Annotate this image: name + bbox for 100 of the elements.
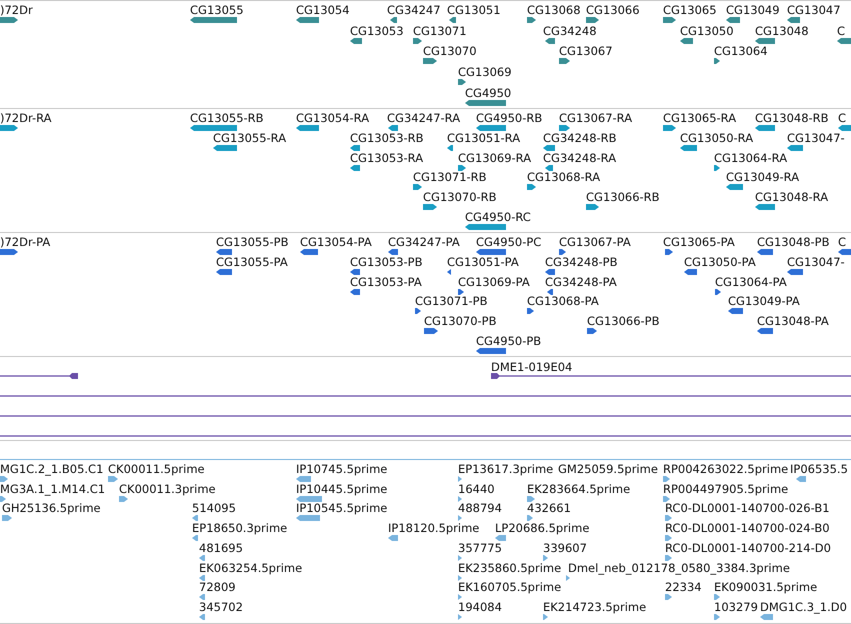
feature-label: CG13053 [350, 24, 404, 38]
feature-label: EK235860.5prime [458, 560, 562, 574]
feature-label: CG13055-PA [216, 254, 288, 269]
feature-label: CG34247 [387, 3, 441, 17]
feature-label: CG13047- [787, 130, 845, 145]
feature-label: CG34248-RB [543, 130, 617, 145]
feature-label: CG13054-PA [300, 235, 372, 249]
feature-label: CG13064-RA [714, 150, 788, 165]
feature-label: CG13047- [787, 254, 845, 269]
feature-label: CG34248-PB [545, 254, 618, 269]
feature-label: CG13048 [755, 24, 809, 38]
feature-label: CG13049-RA [726, 170, 800, 184]
feature-label: 103279 [714, 600, 758, 614]
feature-label: CG13048-RA [755, 190, 828, 204]
feature-label: CG34247-RA [387, 111, 460, 125]
feature-label: CG34248-RA [543, 150, 616, 165]
feature-label: CG13064-PA [715, 274, 787, 289]
feature-label: CK00011.5prime [108, 462, 205, 476]
feature-label: CG4950-PB [476, 334, 542, 348]
feature-label: EP18650.3prime [192, 521, 288, 536]
feature-label: RC0-DL0001-140700-024-B0 [665, 521, 830, 536]
feature-label: C [837, 24, 846, 38]
feature-label: CG4950-PC [476, 235, 542, 249]
feature-label: CG13055-RA [213, 130, 286, 145]
feature-label: CG13047 [787, 3, 841, 17]
feature-label: EK160705.5prime [458, 580, 562, 594]
feature-label: CG13051-PA [447, 254, 519, 269]
feature-label: CG13053-RB [350, 130, 424, 145]
feature-label: CG13048-PB [757, 235, 830, 249]
feature-label: CG13067 [559, 44, 613, 58]
feature-label: CG13066 [586, 3, 640, 17]
feature-label: 339607 [543, 540, 587, 555]
feature-label: DMG1C.3_1.D0 [760, 600, 847, 614]
feature-label: EK090031.5prime [714, 580, 818, 594]
feature-label: IP10545.5prime [296, 501, 388, 516]
feature-label: CG13055 [190, 3, 244, 17]
feature-label: CG13070-RB [423, 190, 497, 204]
feature-label: IP18120.5prime [388, 521, 480, 536]
feature-label: 194084 [458, 600, 502, 614]
feature-label: CG13050-PA [684, 254, 756, 269]
feature-label: CG13064 [714, 44, 768, 58]
feature-label: 357775 [458, 540, 502, 555]
feature-label: MG1C.2_1.B05.C1 [0, 462, 104, 476]
feature-label: CG13065 [663, 3, 717, 17]
feature-label: CG4950-RB [476, 111, 542, 125]
feature-label: 514095 [192, 501, 236, 516]
feature-label: CG13065-RA [663, 111, 736, 125]
feature-label: 488794 [458, 501, 502, 516]
feature-label: CG13069-PA [458, 274, 530, 289]
feature-label: )72Dr-RA [0, 111, 52, 125]
feature-label: CG13066-RB [586, 190, 660, 204]
feature-label: DME1-019E04 [491, 360, 572, 374]
feature-label: 16440 [458, 482, 495, 496]
feature-label: )72Dr [0, 3, 33, 17]
feature-label: CG13051-RA [447, 130, 520, 145]
feature-label: CG13068-RA [527, 170, 600, 184]
feature-label: CG34247-PA [388, 235, 460, 249]
feature-label: CG13049-PA [728, 294, 800, 308]
feature-label: CG13053-PA [350, 274, 422, 289]
feature-label: IP10445.5prime [296, 482, 388, 496]
feature-label: EK214723.5prime [543, 600, 646, 614]
feature-label: 22334 [665, 580, 702, 594]
feature-label: Dmel_neb_012178_0580_3384.3prime [568, 560, 790, 574]
feature-label: CG13054 [296, 3, 350, 17]
feature-label: C [838, 111, 846, 125]
feature-label: )72Dr-PA [0, 235, 50, 249]
feature-label: LP20686.5prime [495, 521, 590, 536]
feature-label: GH25136.5prime [2, 501, 101, 516]
feature-label: CG13071-PB [415, 294, 488, 308]
feature-label: CG13053-RA [350, 150, 424, 165]
feature-label: CG4950-RC [465, 210, 531, 224]
feature-label: CG13048-PA [757, 314, 829, 328]
feature-label: CG13070-PB [424, 314, 496, 328]
feature-label: CG34248-PA [545, 274, 617, 289]
feature-label: EK283664.5prime [527, 482, 630, 496]
feature-label: CG13048-RB [755, 111, 829, 125]
feature-label: CG13069-RA [458, 150, 532, 165]
feature-label: GM25059.5prime [558, 462, 658, 476]
feature-label: CG13069 [458, 65, 512, 80]
feature-label: EP13617.3prime [458, 462, 554, 476]
feature-label: 481695 [199, 540, 243, 555]
feature-label: CG13055-PB [216, 235, 288, 249]
feature-label: RP004263022.5prime [663, 462, 788, 476]
feature-label: CG13053-PB [350, 254, 422, 269]
feature-label: CG13051 [447, 3, 501, 17]
feature-label: CG13067-PA [559, 235, 631, 249]
feature-label: CG13067-RA [559, 111, 632, 125]
feature-label: 345702 [199, 600, 243, 614]
feature-label: RC0-DL0001-140700-026-B1 [665, 501, 830, 516]
feature-label: CG13050-RA [680, 130, 754, 145]
feature-label: CG13070 [423, 44, 477, 58]
feature-label: CG13049 [726, 3, 780, 17]
feature-label: 72809 [199, 580, 236, 594]
feature-label: MG3A.1_1.M14.C1 [0, 482, 106, 496]
feature-label: EK063254.5prime [199, 560, 302, 574]
feature-label: CG13055-RB [190, 111, 264, 125]
feature-label: CG13068-PA [527, 294, 599, 308]
feature-label: RP004497905.5prime [663, 482, 788, 496]
feature-label: RC0-DL0001-140700-214-D0 [665, 540, 831, 555]
feature-label: CG13071 [413, 24, 467, 38]
